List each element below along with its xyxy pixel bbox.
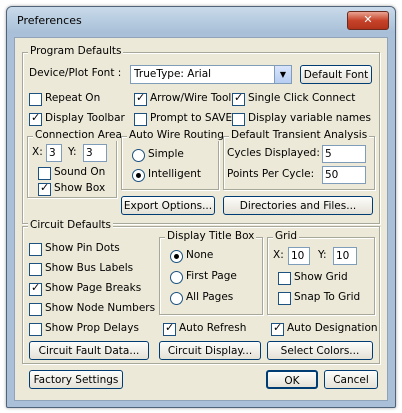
grid-x-input[interactable]: 10 [288, 247, 310, 265]
cancel-button[interactable]: Cancel [324, 370, 378, 389]
show-box-label: Show Box [54, 182, 106, 194]
display-title-box-group: Display Title Box None First Page All Pa… [159, 230, 263, 315]
window-title: Preferences [17, 14, 82, 27]
circuit-display-button[interactable]: Circuit Display... [159, 341, 261, 360]
points-per-cycle-label: Points Per Cycle: [227, 168, 315, 180]
default-font-button[interactable]: Default Font [300, 65, 372, 84]
auto-designation-label: Auto Designation [287, 322, 378, 334]
display-title-box-legend: Display Title Box [165, 230, 257, 242]
connection-area-legend: Connection Area [33, 129, 124, 141]
show-bus-labels-label: Show Bus Labels [45, 262, 134, 274]
show-page-breaks-label: Show Page Breaks [45, 282, 142, 294]
snap-to-grid-checkbox[interactable] [278, 292, 291, 305]
ok-button[interactable]: OK [266, 370, 318, 389]
title-box-first-page-radio[interactable] [170, 271, 183, 284]
show-pin-dots-label: Show Pin Dots [45, 242, 120, 254]
single-click-connect-checkbox[interactable] [232, 91, 245, 106]
directories-and-files-button[interactable]: Directories and Files... [223, 196, 373, 215]
show-pin-dots-checkbox[interactable] [29, 243, 42, 256]
dialog-body: Program Defaults Device/Plot Font : True… [14, 37, 388, 401]
repeat-on-label: Repeat On [45, 92, 101, 104]
grid-legend: Grid [273, 230, 300, 242]
display-toolbar-checkbox[interactable] [29, 111, 42, 126]
grid-y-input[interactable]: 10 [333, 247, 357, 265]
chevron-down-icon[interactable]: ▼ [274, 66, 291, 83]
circuit-defaults-group: Circuit Defaults Show Pin Dots Show Bus … [22, 219, 380, 364]
arrow-wire-tool-label: Arrow/Wire Tool [150, 92, 232, 104]
default-transient-group: Default Transient Analysis Cycles Displa… [223, 129, 375, 190]
auto-wire-routing-legend: Auto Wire Routing [127, 129, 226, 141]
repeat-on-checkbox[interactable] [29, 93, 42, 106]
show-page-breaks-checkbox[interactable] [29, 281, 42, 296]
intelligent-label: Intelligent [148, 168, 201, 180]
show-box-checkbox[interactable] [38, 181, 51, 196]
program-defaults-group: Program Defaults Device/Plot Font : True… [22, 45, 380, 224]
grid-group: Grid X: 10 Y: 10 Show Grid Snap To Grid [267, 230, 375, 315]
simple-label: Simple [148, 148, 184, 160]
cycles-displayed-label: Cycles Displayed: [227, 147, 320, 159]
show-bus-labels-checkbox[interactable] [29, 263, 42, 276]
grid-y-label: Y: [318, 249, 327, 261]
title-box-none-label: None [186, 249, 214, 261]
title-box-none-radio[interactable] [170, 250, 183, 263]
auto-refresh-checkbox[interactable] [163, 321, 176, 336]
display-toolbar-label: Display Toolbar [45, 112, 125, 124]
show-node-numbers-checkbox[interactable] [29, 303, 42, 316]
connection-y-input[interactable]: 3 [83, 144, 107, 162]
device-font-select[interactable]: TrueType: Arial ▼ [130, 65, 292, 84]
show-grid-checkbox[interactable] [278, 272, 291, 285]
show-prop-delays-label: Show Prop Delays [45, 322, 139, 334]
title-box-all-pages-label: All Pages [186, 291, 234, 303]
circuit-defaults-legend: Circuit Defaults [28, 219, 113, 231]
device-font-label: Device/Plot Font : [29, 67, 122, 79]
sound-on-label: Sound On [54, 166, 106, 178]
points-per-cycle-input[interactable]: 50 [322, 166, 366, 184]
device-font-value: TrueType: Arial [134, 68, 212, 80]
show-prop-delays-checkbox[interactable] [29, 323, 42, 336]
connection-x-label: X: [32, 146, 43, 158]
display-variable-names-label: Display variable names [248, 112, 371, 124]
auto-designation-checkbox[interactable] [271, 321, 284, 336]
auto-refresh-label: Auto Refresh [179, 322, 247, 334]
intelligent-radio[interactable] [132, 169, 145, 182]
connection-x-input[interactable]: 3 [46, 144, 62, 162]
title-box-first-page-label: First Page [186, 270, 237, 282]
title-box-all-pages-radio[interactable] [170, 292, 183, 305]
single-click-connect-label: Single Click Connect [248, 92, 356, 104]
snap-to-grid-label: Snap To Grid [294, 291, 361, 303]
arrow-wire-tool-checkbox[interactable] [134, 91, 147, 106]
show-grid-label: Show Grid [294, 271, 348, 283]
prompt-to-save-checkbox[interactable] [134, 113, 147, 126]
preferences-window: Preferences ✕ Program Defaults Device/Pl… [6, 6, 396, 408]
auto-wire-routing-group: Auto Wire Routing Simple Intelligent [121, 129, 226, 190]
cycles-displayed-input[interactable]: 5 [322, 145, 366, 163]
connection-area-group: Connection Area X: 3 Y: 3 Sound On Show … [27, 129, 124, 198]
title-bar[interactable]: Preferences ✕ [7, 7, 395, 33]
show-node-numbers-label: Show Node Numbers [45, 302, 156, 314]
circuit-fault-data-button[interactable]: Circuit Fault Data... [29, 341, 149, 360]
select-colors-button[interactable]: Select Colors... [267, 341, 373, 360]
connection-y-label: Y: [68, 146, 77, 158]
display-variable-names-checkbox[interactable] [232, 113, 245, 126]
grid-x-label: X: [273, 249, 284, 261]
prompt-to-save-label: Prompt to SAVE [150, 112, 233, 124]
sound-on-checkbox[interactable] [38, 167, 51, 180]
program-defaults-legend: Program Defaults [28, 45, 124, 57]
export-options-button[interactable]: Export Options... [121, 196, 215, 215]
close-button[interactable]: ✕ [347, 11, 389, 30]
simple-radio[interactable] [132, 149, 145, 162]
factory-settings-button[interactable]: Factory Settings [29, 370, 123, 389]
default-transient-legend: Default Transient Analysis [229, 129, 370, 141]
